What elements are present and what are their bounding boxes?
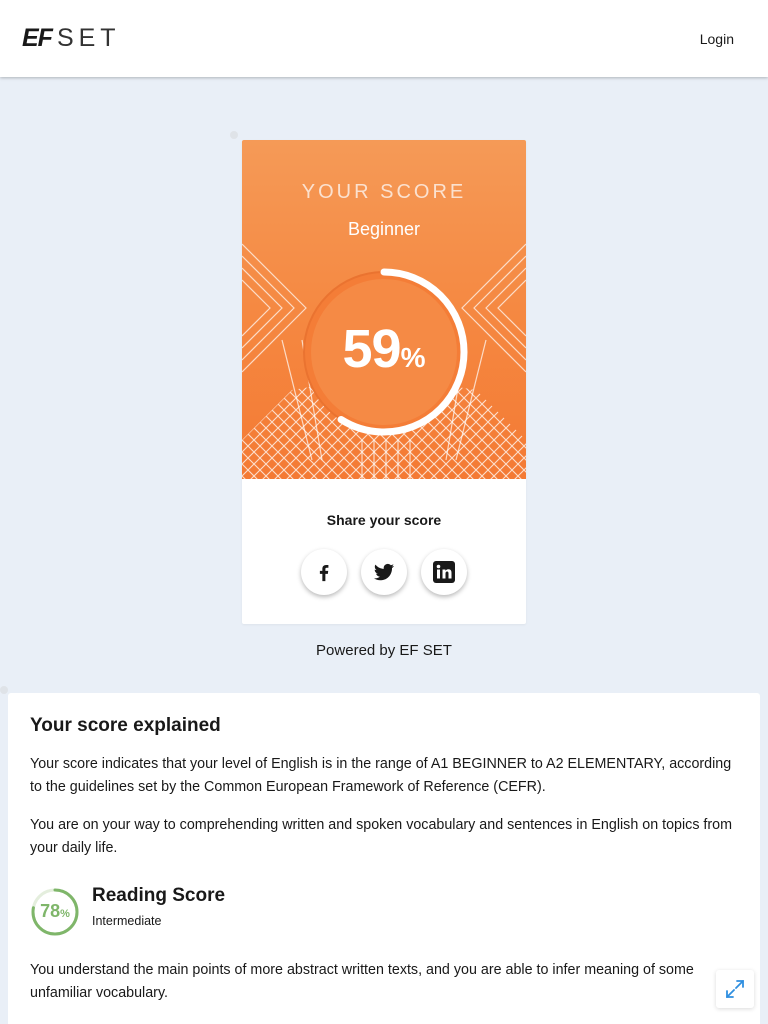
logo-set-text: SET [56, 24, 121, 52]
reading-score-unit: % [60, 908, 70, 920]
score-explained-heading: Your score explained [30, 715, 221, 736]
reading-score-title: Reading Score [92, 885, 226, 906]
decorative-sparkle [0, 686, 8, 694]
twitter-icon [374, 563, 394, 581]
reading-score-value: 78 [40, 901, 61, 921]
twitter-share-button[interactable] [361, 549, 407, 595]
powered-by-text: Powered by EF SET [316, 642, 452, 659]
score-explanation-paragraph: You are on your way to comprehending wri… [30, 817, 733, 856]
score-card-header: YOUR SCORE Beginner 59% [242, 140, 526, 479]
linkedin-icon [433, 561, 455, 583]
reading-score-section: 78% Reading Score Intermediate [30, 885, 738, 937]
reading-level-label: Intermediate [92, 914, 162, 928]
your-score-title: YOUR SCORE [301, 181, 467, 203]
score-card: YOUR SCORE Beginner 59% Share your score [242, 140, 526, 624]
linkedin-share-button[interactable] [421, 549, 467, 595]
reading-score-gauge: 78% [30, 887, 80, 937]
score-level-label: Beginner [347, 219, 421, 239]
score-explanation-paragraph: Your score indicates that your level of … [30, 756, 732, 795]
share-buttons [301, 549, 467, 595]
facebook-share-button[interactable] [301, 549, 347, 595]
score-value: 59 [342, 319, 402, 379]
logo-ef-text: EF [22, 24, 53, 52]
ef-set-logo[interactable]: EF SET [22, 24, 121, 53]
login-link[interactable]: Login [700, 31, 734, 47]
expand-arrows-icon [726, 980, 744, 998]
score-explanation-panel: Your score explained Your score indicate… [8, 693, 760, 1024]
decorative-sparkle [230, 131, 238, 139]
facebook-icon [319, 564, 329, 582]
score-unit: % [400, 342, 426, 373]
reading-score-description: You understand the main points of more a… [30, 962, 694, 1001]
score-percentage: 59% [294, 318, 474, 380]
share-score-label: Share your score [326, 512, 442, 528]
reading-score-percentage: 78% [30, 901, 80, 922]
top-header: EF SET Login [0, 0, 768, 77]
expand-button[interactable] [716, 970, 754, 1008]
